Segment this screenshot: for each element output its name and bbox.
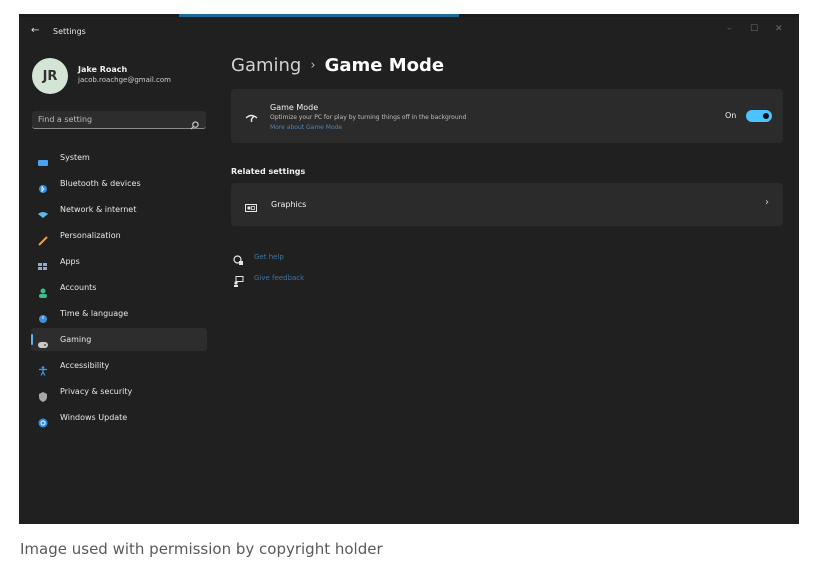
apps-icon — [38, 257, 48, 270]
breadcrumb: Gaming › Game Mode — [231, 55, 444, 76]
game-mode-learn-more-link[interactable]: More about Game Mode — [270, 124, 342, 131]
game-mode-description: Optimize your PC for play by turning thi… — [270, 114, 467, 121]
related-settings-heading: Related settings — [231, 167, 306, 176]
system-icon — [38, 153, 48, 166]
user-name: Jake Roach — [78, 65, 128, 74]
app-title: Settings — [53, 27, 86, 36]
give-feedback-link[interactable]: Give feedback — [231, 272, 411, 287]
graphics-label: Graphics — [271, 200, 307, 209]
back-arrow-icon[interactable]: ← — [31, 26, 39, 36]
accounts-icon — [38, 283, 48, 298]
sidebar-item-label: Windows Update — [60, 413, 128, 422]
sidebar-item-privacy-security[interactable]: Privacy & security — [31, 380, 207, 403]
sidebar-item-bluetooth[interactable]: Bluetooth & devices — [31, 172, 207, 195]
search-icon[interactable] — [190, 115, 199, 134]
game-mode-title: Game Mode — [270, 103, 319, 112]
window-top-strip — [19, 14, 799, 17]
search-input[interactable]: Find a setting — [32, 111, 206, 130]
sidebar-item-label: Accessibility — [60, 361, 110, 370]
feedback-icon — [233, 272, 244, 291]
personalization-icon — [38, 231, 48, 246]
sidebar-item-gaming[interactable]: Gaming — [31, 328, 207, 351]
breadcrumb-parent[interactable]: Gaming — [231, 55, 301, 76]
image-caption: Image used with permission by copyright … — [20, 540, 383, 558]
sidebar-item-network[interactable]: Network & internet — [31, 198, 207, 221]
graphics-icon — [245, 198, 257, 217]
sidebar-item-accessibility[interactable]: Accessibility — [31, 354, 207, 377]
toggle-state-label: On — [725, 111, 737, 120]
sidebar-item-accounts[interactable]: Accounts — [31, 276, 207, 299]
bluetooth-icon — [38, 179, 48, 193]
sidebar-item-label: Apps — [60, 257, 80, 266]
search-placeholder: Find a setting — [38, 115, 93, 124]
sidebar-item-windows-update[interactable]: Windows Update — [31, 406, 207, 429]
settings-window: ← Settings – ☐ ✕ JR Jake Roach jacob.roa… — [19, 14, 799, 524]
sidebar-item-time-language[interactable]: Time & language — [31, 302, 207, 325]
game-mode-card: Game Mode Optimize your PC for play by t… — [231, 89, 783, 143]
shield-icon — [38, 387, 48, 402]
graphics-setting-row[interactable]: Graphics › — [231, 183, 783, 226]
top-strip-accent — [179, 14, 459, 17]
sidebar-item-personalization[interactable]: Personalization — [31, 224, 207, 247]
sidebar-item-label: Network & internet — [60, 205, 137, 214]
gaming-icon — [38, 335, 48, 348]
get-help-link[interactable]: Get help — [231, 251, 411, 265]
chevron-right-icon: › — [765, 197, 769, 208]
sidebar-item-system[interactable]: System — [31, 146, 207, 169]
give-feedback-label: Give feedback — [254, 274, 305, 282]
get-help-label: Get help — [254, 253, 284, 261]
sidebar-item-label: Gaming — [60, 335, 92, 344]
user-email: jacob.roachge@gmail.com — [78, 76, 171, 84]
game-mode-icon — [245, 108, 258, 127]
selection-indicator — [31, 334, 33, 345]
breadcrumb-separator-icon: › — [310, 58, 316, 73]
get-help-icon — [233, 251, 244, 270]
sidebar-item-label: Accounts — [60, 283, 97, 292]
sidebar-item-apps[interactable]: Apps — [31, 250, 207, 273]
windows-update-icon — [38, 413, 48, 428]
maximize-button[interactable]: ☐ — [750, 24, 758, 34]
sidebar-item-label: Bluetooth & devices — [60, 179, 141, 188]
title-bar: ← Settings – ☐ ✕ — [19, 20, 799, 42]
sidebar-item-label: Privacy & security — [60, 387, 133, 396]
sidebar-item-label: Time & language — [60, 309, 129, 318]
game-mode-toggle[interactable] — [746, 110, 772, 122]
minimize-button[interactable]: – — [727, 24, 732, 34]
page-title: Game Mode — [324, 55, 445, 76]
sidebar-item-label: System — [60, 153, 90, 162]
time-language-icon — [38, 309, 48, 323]
network-icon — [38, 205, 48, 218]
close-button[interactable]: ✕ — [775, 24, 783, 34]
avatar[interactable]: JR — [32, 58, 68, 94]
sidebar-item-label: Personalization — [60, 231, 121, 240]
toggle-knob — [763, 113, 769, 119]
accessibility-icon — [38, 361, 48, 376]
